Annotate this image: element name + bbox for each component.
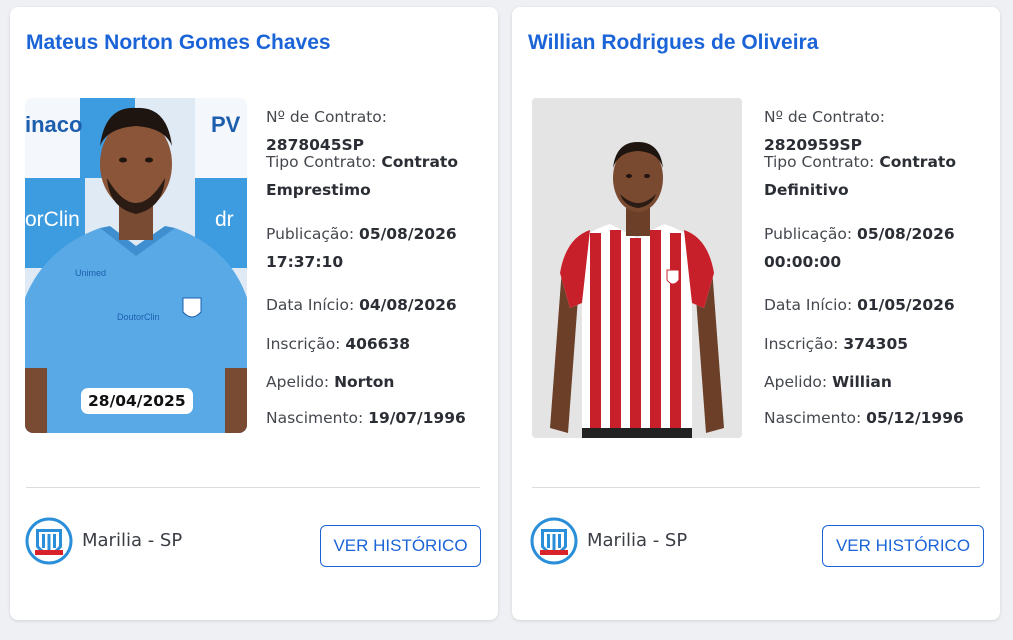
club-crest-icon <box>25 517 73 565</box>
registration-number: Inscrição: 374305 <box>764 335 909 353</box>
contract-type: Tipo Contrato: Contrato Emprestimo <box>266 153 458 199</box>
start-date: Data Início: 01/05/2026 <box>764 296 955 314</box>
nickname: Apelido: Norton <box>266 373 395 391</box>
player-name[interactable]: Mateus Norton Gomes Chaves <box>26 31 331 55</box>
player-photo-image <box>532 98 742 438</box>
player-photo-image: inaco PV orClin dr Unimed DoutorClin <box>25 98 247 433</box>
club-location: Marilia - SP <box>587 530 688 551</box>
player-card: Willian Rodrigues de Oliveira Nº de Cont… <box>512 7 1000 620</box>
birth-date: Nascimento: 19/07/1996 <box>266 409 466 427</box>
svg-text:inaco: inaco <box>25 112 82 137</box>
nickname: Apelido: Willian <box>764 373 892 391</box>
view-history-button[interactable]: VER HISTÓRICO <box>822 525 984 567</box>
card-divider <box>532 487 980 488</box>
start-date: Data Início: 04/08/2026 <box>266 296 457 314</box>
birth-date: Nascimento: 05/12/1996 <box>764 409 964 427</box>
club-crest-icon <box>530 517 578 565</box>
svg-text:dr: dr <box>215 208 234 231</box>
svg-text:Unimed: Unimed <box>75 268 106 278</box>
player-card: Mateus Norton Gomes Chaves inaco PV orCl… <box>10 7 498 620</box>
contract-type: Tipo Contrato: Contrato Definitivo <box>764 153 956 199</box>
club-location: Marilia - SP <box>82 530 183 551</box>
registration-number: Inscrição: 406638 <box>266 335 411 353</box>
player-name[interactable]: Willian Rodrigues de Oliveira <box>528 31 818 55</box>
svg-text:DoutorClin: DoutorClin <box>117 312 160 322</box>
player-photo: inaco PV orClin dr Unimed DoutorClin 28/… <box>25 98 247 433</box>
view-history-button[interactable]: VER HISTÓRICO <box>320 525 481 567</box>
svg-text:orClin: orClin <box>25 208 80 231</box>
photo-date-badge: 28/04/2025 <box>81 388 193 414</box>
svg-text:PV: PV <box>211 112 241 137</box>
card-divider <box>26 487 480 488</box>
publication-date: Publicação: 05/08/2026 17:37:10 <box>266 225 457 271</box>
publication-date: Publicação: 05/08/2026 00:00:00 <box>764 225 955 271</box>
player-photo <box>532 98 742 438</box>
